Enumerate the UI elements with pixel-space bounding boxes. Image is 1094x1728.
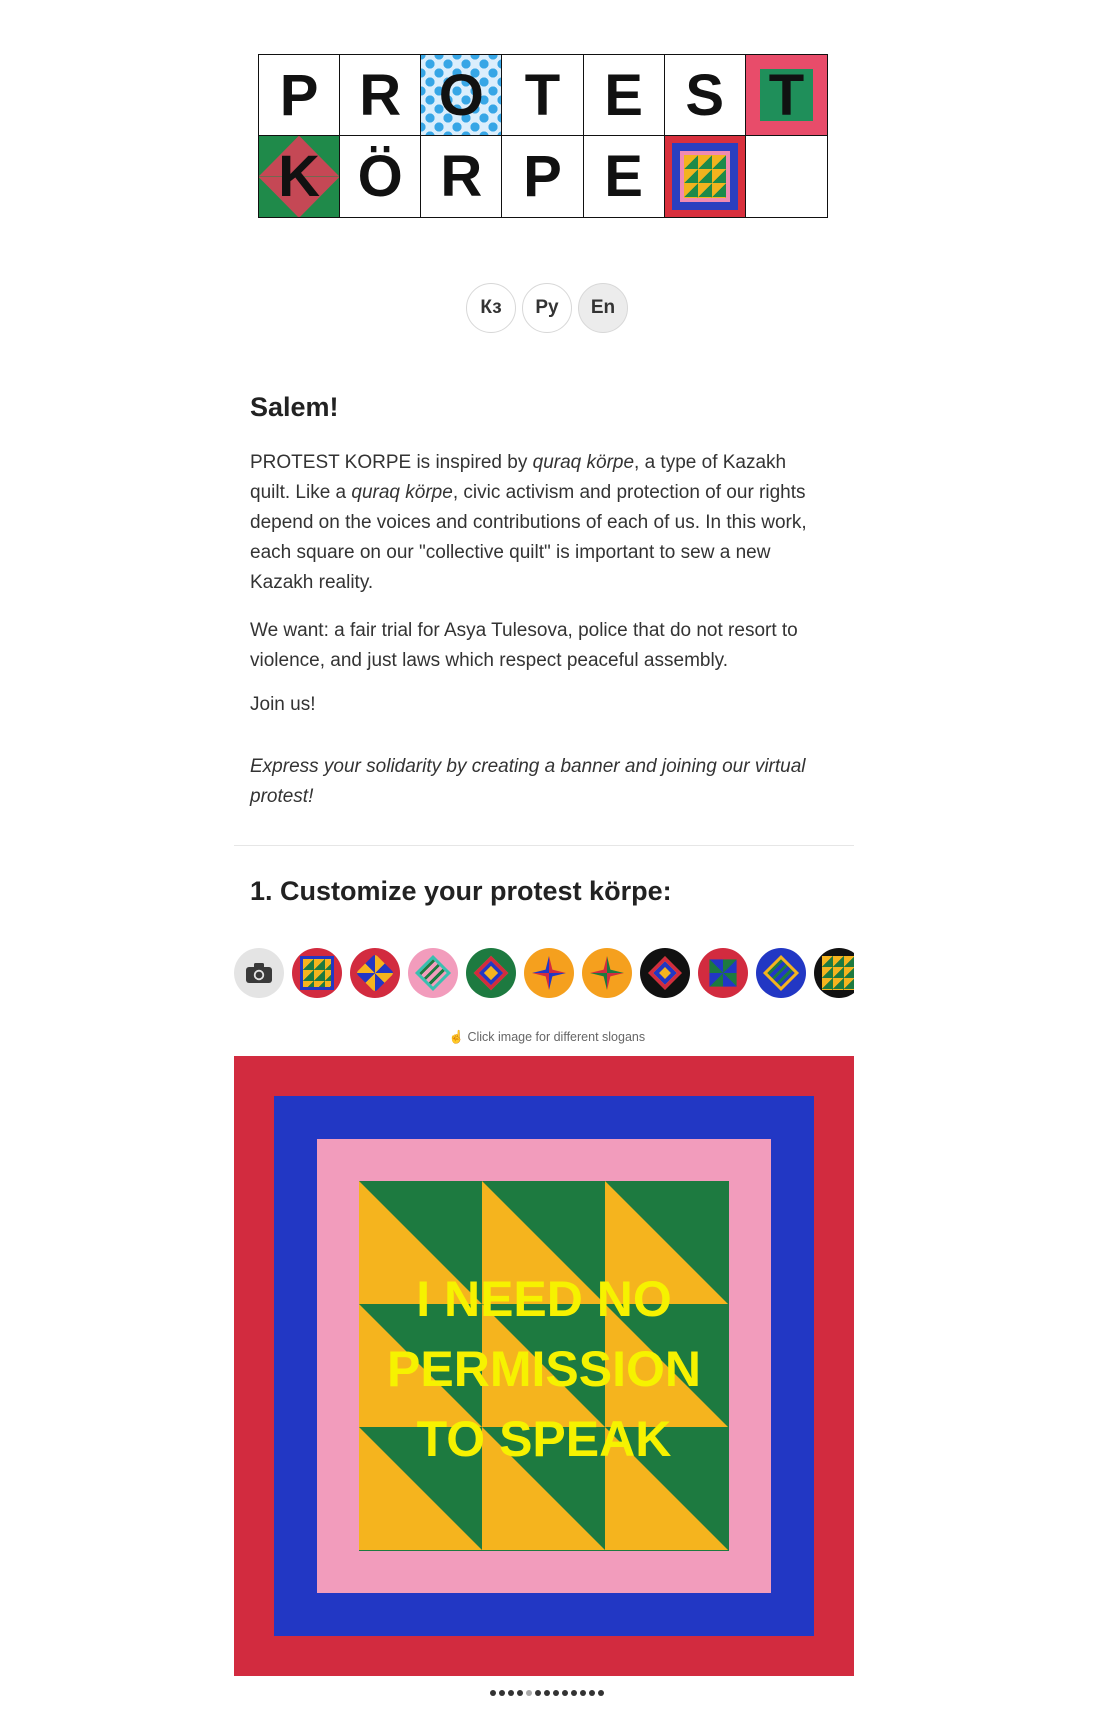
protest-korpe-logo: P R O T E S T K Ö R P E <box>258 54 828 218</box>
pagination-dot[interactable] <box>544 1690 550 1696</box>
language-switcher: Кз Ру En <box>0 283 1094 333</box>
quilt-triangles-icon[interactable] <box>292 948 342 998</box>
quilt-triangles-icon[interactable] <box>814 948 854 998</box>
slogan-pagination <box>0 1690 1094 1696</box>
protest-banner[interactable]: I NEED NO PERMISSION TO SPEAK <box>234 1056 854 1676</box>
logo-cell: E <box>584 136 665 217</box>
pagination-dot[interactable] <box>598 1690 604 1696</box>
logo-cell: R <box>421 136 503 217</box>
quilt-star-icon[interactable] <box>698 948 748 998</box>
call-to-action-text: Express your solidarity by creating a ba… <box>250 756 806 807</box>
greeting-heading: Salem! <box>250 392 339 422</box>
quilt-cross-icon[interactable] <box>640 948 690 998</box>
lang-button-ru[interactable]: Ру <box>522 283 572 333</box>
pagination-dot[interactable] <box>562 1690 568 1696</box>
intro-paragraph: PROTEST KORPE is inspired by quraq körpe… <box>250 452 807 593</box>
logo-cell: S <box>664 55 746 136</box>
lang-button-en[interactable]: En <box>578 283 628 333</box>
slogan-hint: ☝ Click image for different slogans <box>448 1030 646 1044</box>
step-1-heading: 1. Customize your protest körpe: <box>250 876 672 906</box>
pagination-dot[interactable] <box>580 1690 586 1696</box>
logo-cell-pattern: T <box>745 55 827 136</box>
lang-button-kz[interactable]: Кз <box>466 283 516 333</box>
pagination-dot[interactable] <box>553 1690 559 1696</box>
pagination-dot[interactable] <box>526 1690 532 1696</box>
logo-cell: P <box>259 55 341 136</box>
logo-cell: R <box>340 55 422 136</box>
logo-cell-pattern: O <box>421 55 503 136</box>
pagination-dot[interactable] <box>490 1690 496 1696</box>
pagination-dot[interactable] <box>517 1690 523 1696</box>
logo-cell: Ö <box>340 136 422 217</box>
logo-cell-empty <box>746 136 827 217</box>
logo-cell: E <box>583 55 665 136</box>
pagination-dot[interactable] <box>508 1690 514 1696</box>
banner-slogan: I NEED NO PERMISSION TO SPEAK <box>387 1271 701 1467</box>
quilt-star-icon[interactable] <box>350 948 400 998</box>
pagination-dot[interactable] <box>535 1690 541 1696</box>
logo-cell-quilt-pattern <box>664 136 746 217</box>
demands-paragraph: We want: a fair trial for Asya Tulesova,… <box>250 620 798 671</box>
pagination-dot[interactable] <box>589 1690 595 1696</box>
logo-cell-pattern: K <box>259 136 341 217</box>
quilt-knot-icon[interactable] <box>408 948 458 998</box>
pointer-icon: ☝ <box>448 1030 465 1044</box>
quilt-diamond-icon[interactable] <box>466 948 516 998</box>
join-text: Join us! <box>250 694 316 715</box>
pagination-dot[interactable] <box>571 1690 577 1696</box>
logo-cell: T <box>502 55 584 136</box>
pagination-dot[interactable] <box>499 1690 505 1696</box>
quilt-knot-icon[interactable] <box>756 948 806 998</box>
pattern-swatches <box>234 948 854 1000</box>
quilt-pinwheel-icon[interactable] <box>524 948 574 998</box>
logo-cell: P <box>502 136 584 217</box>
quilt-pinwheel-icon[interactable] <box>582 948 632 998</box>
divider <box>234 845 854 846</box>
camera-icon[interactable] <box>234 948 284 998</box>
